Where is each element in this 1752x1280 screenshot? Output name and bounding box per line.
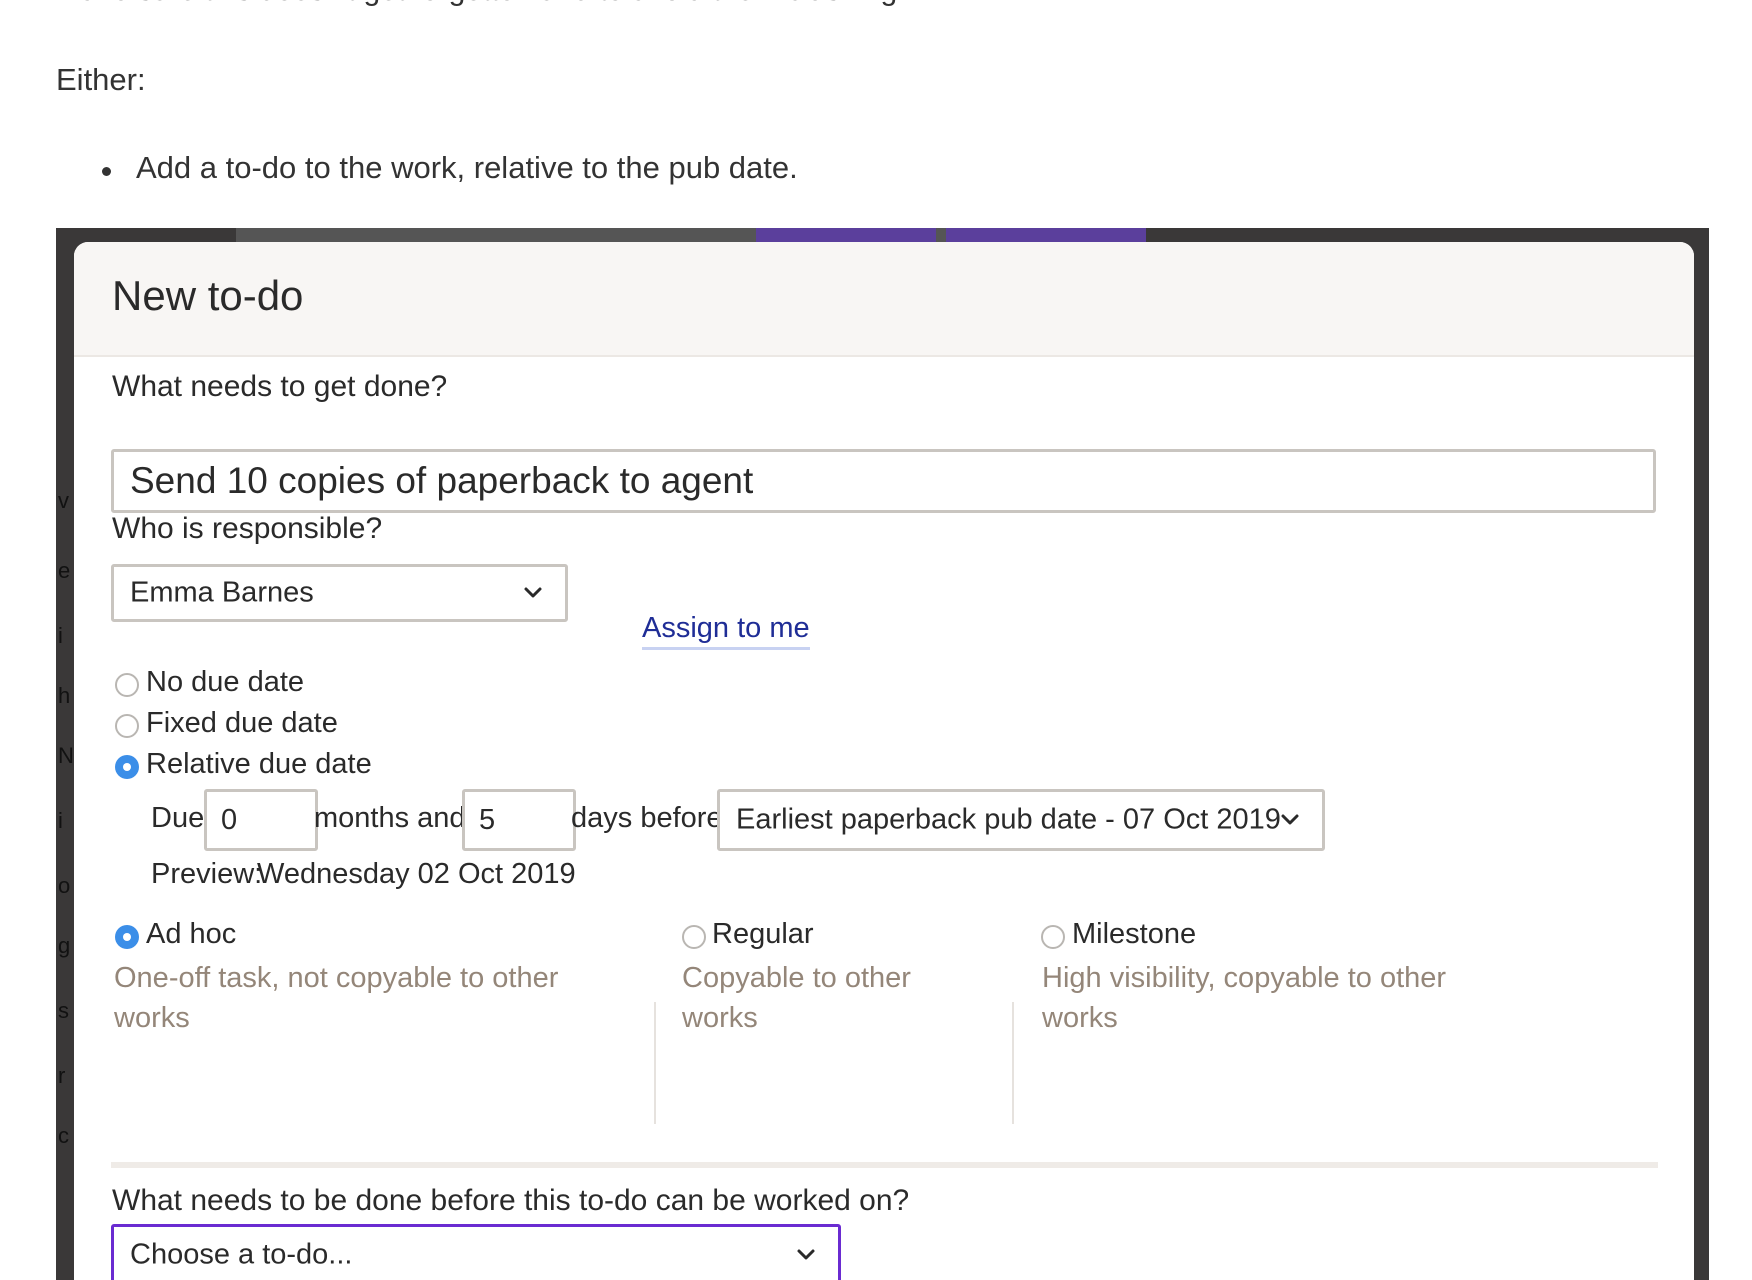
radio-ad-hoc[interactable] [115,925,139,949]
chevron-down-icon [1281,814,1299,825]
responsible-question: Who is responsible? [112,512,383,545]
radio-label-milestone: Milestone [1072,918,1197,950]
assign-to-me-link[interactable]: Assign to me [642,612,810,650]
task-question: What needs to get done? [112,370,448,403]
article-paragraph-cut: make sure this doesn't get forgotten and… [56,0,906,8]
background-glyph: s [58,998,69,1023]
background-glyph: e [58,558,71,583]
background-tag [946,228,1146,242]
dialog-header [74,242,1694,357]
dependency-question: What needs to be done before this to-do … [112,1184,910,1217]
background-glyph: o [58,873,71,898]
background-glyph: c [58,1123,69,1148]
background-glyph: g [58,933,71,958]
regular-description: Copyable to other works [682,962,911,1034]
chevron-down-icon [524,587,542,598]
screenshot-frame: v e i h Ni o g s r c New to-do What needs to get … [56,228,1709,1280]
radio-label-fixed-due-date: Fixed due date [146,707,338,739]
radio-fixed-due-date[interactable] [115,714,139,738]
background-glyph: i [58,623,63,648]
milestone-description: High visibility, copyable to other works [1042,962,1447,1034]
radio-no-due-date[interactable] [115,673,139,697]
ad-hoc-description: One-off task, not copyable to other work… [114,962,559,1034]
new-todo-dialog: New to-do What needs to get done? Who is… [74,242,1694,1280]
due-label: Due [151,802,205,834]
section-divider [111,1162,1658,1168]
background-tag [756,228,936,242]
radio-label-relative-due-date: Relative due date [146,748,372,780]
preview-value: Wednesday 02 Oct 2019 [257,858,576,890]
background-glyph: i [58,808,63,833]
radio-label-ad-hoc: Ad hoc [146,918,237,950]
months-input[interactable] [204,789,318,851]
preview-label: Preview: [151,858,263,890]
article-bullet-list: Add a to-do to the work, relative to the… [100,150,798,186]
column-divider [654,1002,656,1124]
radio-regular[interactable] [682,925,706,949]
anchor-date-selected: Earliest paperback pub date - 07 Oct 201… [736,803,1281,836]
dependency-placeholder: Choose a to-do... [130,1238,353,1271]
article-bullet-item: Add a to-do to the work, relative to the… [100,150,798,186]
dialog-title: New to-do [112,272,304,319]
background-glyph: h [58,683,71,708]
chevron-down-icon [797,1249,815,1260]
dependency-select[interactable]: Choose a to-do... [111,1224,841,1280]
column-divider [1012,1002,1014,1124]
radio-relative-due-date[interactable] [115,755,139,779]
background-glyph: N [58,743,74,768]
radio-label-regular: Regular [712,918,814,950]
background-page-edge: v e i h Ni o g s r c [56,228,74,1280]
anchor-date-select[interactable]: Earliest paperback pub date - 07 Oct 201… [717,789,1325,851]
responsible-selected: Emma Barnes [130,576,314,609]
radio-label-no-due-date: No due date [146,666,305,698]
months-label: months and [314,802,466,834]
background-glyph: r [58,1063,66,1088]
radio-milestone[interactable] [1041,925,1065,949]
background-glyph: v [58,488,69,513]
days-label: days before [571,802,723,834]
responsible-select[interactable]: Emma Barnes [111,564,568,622]
task-input[interactable] [111,449,1656,513]
background-toolbar [236,228,1146,242]
article-either: Either: [56,62,146,97]
days-input[interactable] [462,789,576,851]
